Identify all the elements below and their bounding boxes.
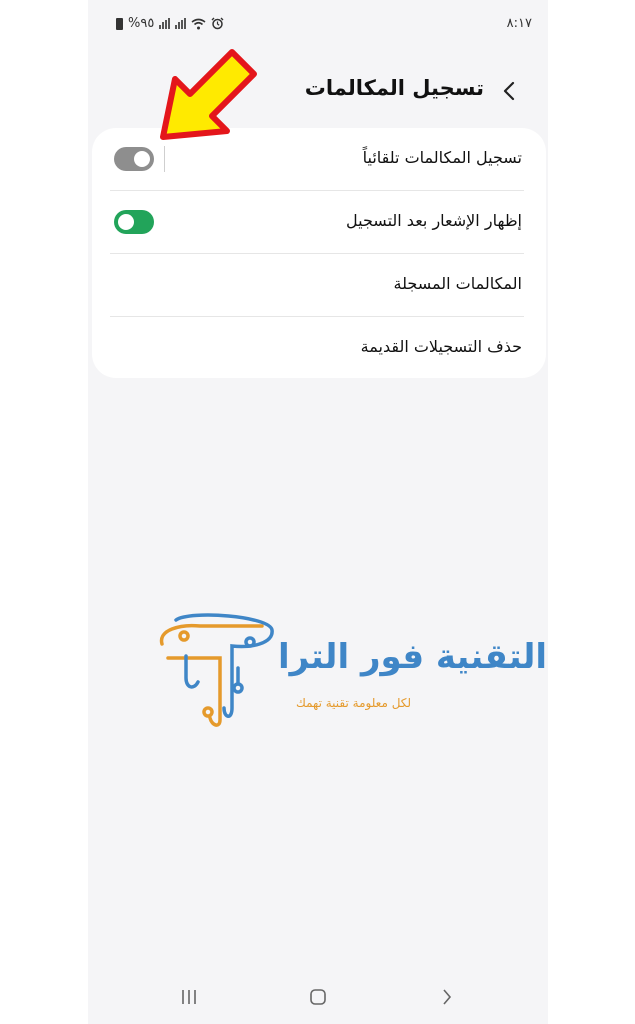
- recent-apps-icon[interactable]: [180, 988, 198, 1006]
- signal-icon: [175, 18, 187, 29]
- watermark-logo: التقنية فور الترا لكل معلومة تقنية تهمك: [150, 612, 547, 737]
- annotation-arrow-icon: [160, 49, 257, 140]
- page-title: تسجيل المكالمات: [304, 76, 484, 100]
- app-header: تسجيل المكالمات: [88, 66, 548, 116]
- toggle-knob: [118, 214, 134, 230]
- watermark-tagline: لكل معلومة تقنية تهمك: [296, 696, 412, 710]
- phone-screen: %٩٥ ٨:١٧ تسجيل المكالمات تسجيل المكالمات…: [88, 0, 548, 1024]
- show-notification-row[interactable]: إظهار الإشعار بعد التسجيل: [92, 191, 546, 253]
- auto-record-label: تسجيل المكالمات تلقائياً: [362, 148, 522, 167]
- wifi-icon: [191, 18, 206, 29]
- home-icon[interactable]: [309, 988, 327, 1006]
- battery-percent: %٩٥: [128, 16, 155, 31]
- status-bar: %٩٥ ٨:١٧: [88, 0, 548, 48]
- delete-old-recordings-label: حذف التسجيلات القديمة: [360, 337, 522, 356]
- watermark-title: التقنية فور الترا: [278, 637, 548, 677]
- row-separator: [164, 146, 165, 172]
- toggle-knob: [134, 151, 150, 167]
- navigation-bar: [88, 978, 548, 1024]
- logo-mark-icon: [159, 613, 274, 727]
- battery-icon: [116, 17, 123, 30]
- show-notification-toggle[interactable]: [114, 210, 154, 234]
- status-time: ٨:١٧: [506, 16, 532, 31]
- chevron-left-icon[interactable]: [498, 78, 520, 104]
- alarm-icon: [211, 17, 224, 30]
- status-icons: %٩٥: [116, 16, 224, 31]
- delete-old-recordings-row[interactable]: حذف التسجيلات القديمة: [92, 317, 546, 379]
- show-notification-label: إظهار الإشعار بعد التسجيل: [346, 211, 522, 230]
- back-icon[interactable]: [440, 988, 454, 1006]
- settings-card: تسجيل المكالمات تلقائياً إظهار الإشعار ب…: [92, 128, 546, 378]
- auto-record-toggle[interactable]: [114, 147, 154, 171]
- signal-icon: [159, 18, 171, 29]
- recorded-calls-row[interactable]: المكالمات المسجلة: [92, 254, 546, 316]
- recorded-calls-label: المكالمات المسجلة: [393, 274, 522, 293]
